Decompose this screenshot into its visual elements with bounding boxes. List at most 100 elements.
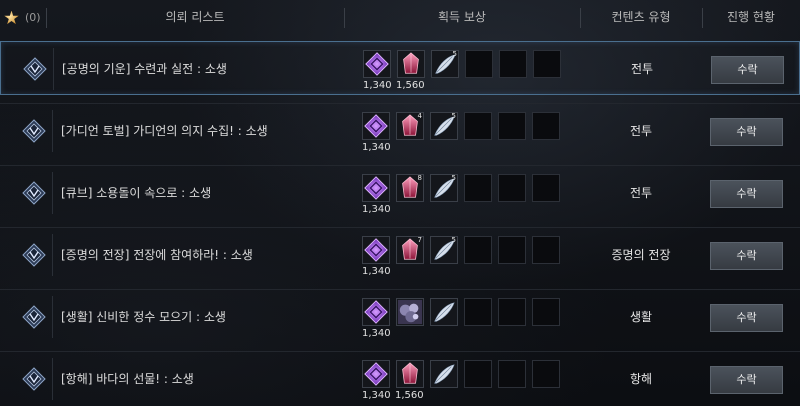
quest-row[interactable]: [공명의 기운] 수련과 실전 : 소생 1,340 1,560 5 전투 수락	[0, 41, 800, 95]
purple-gem-icon	[363, 300, 389, 329]
quest-row[interactable]: [큐브] 소용돌이 속으로 : 소생 1,340 8 5 전투 수락	[0, 165, 800, 219]
empty-reward-slot	[532, 112, 560, 140]
reward-slot[interactable]: 7	[396, 236, 424, 264]
quest-row[interactable]: [증명의 전장] 전장에 참여하라! : 소생 1,340 7 5 증명의 전장 수락	[0, 227, 800, 281]
content-type: 전투	[630, 62, 654, 76]
pink-crystal-icon	[397, 114, 423, 143]
ore-cluster-icon	[397, 299, 423, 329]
content-type: 전투	[629, 186, 653, 200]
reward-slot[interactable]: 5	[430, 112, 458, 140]
quest-emblem-icon	[22, 119, 46, 143]
content-type: 생활	[629, 310, 653, 324]
pink-crystal-icon	[397, 362, 423, 391]
table-header: (0) 의뢰 리스트 획득 보상 컨텐츠 유형 진행 현황	[0, 0, 800, 36]
quest-row[interactable]: [항해] 바다의 선물! : 소생 1,340 1,560 항해 수락	[0, 351, 800, 405]
empty-reward-slot	[464, 360, 492, 388]
empty-reward-slot	[532, 236, 560, 264]
quest-emblem-icon	[22, 367, 46, 391]
quest-emblem-icon	[23, 57, 47, 81]
empty-reward-slot	[532, 174, 560, 202]
purple-gem-icon	[363, 362, 389, 391]
accept-button[interactable]: 수락	[710, 118, 783, 146]
pink-crystal-icon	[397, 238, 423, 267]
quest-row[interactable]: [생활] 신비한 정수 모으기 : 소생 1,340 생활 수락	[0, 289, 800, 343]
column-quest-list: 의뢰 리스트	[165, 10, 225, 24]
content-type: 항해	[629, 372, 653, 386]
empty-reward-slot	[464, 236, 492, 264]
favorite-count: (0)	[25, 11, 41, 24]
purple-gem-icon	[363, 238, 389, 267]
reward-slot[interactable]	[430, 298, 458, 326]
empty-reward-slot	[498, 112, 526, 140]
purple-gem-icon	[363, 114, 389, 143]
content-type: 증명의 전장	[611, 248, 671, 262]
empty-reward-slot	[498, 298, 526, 326]
pink-crystal-icon	[398, 52, 424, 81]
empty-reward-slot	[499, 50, 527, 78]
reward-quantity: 8	[417, 174, 422, 182]
reward-amount: 1,340	[362, 328, 391, 339]
column-rewards: 획득 보상	[438, 10, 486, 24]
quest-emblem-icon	[22, 181, 46, 205]
reward-slot[interactable]: 8	[396, 174, 424, 202]
pink-crystal-icon	[397, 176, 423, 205]
column-progress: 진행 현황	[727, 10, 775, 24]
empty-reward-slot	[464, 174, 492, 202]
quest-title: [생활] 신비한 정수 모으기 : 소생	[52, 296, 342, 338]
empty-reward-slot	[464, 112, 492, 140]
reward-amount: 1,340	[362, 204, 391, 215]
quest-title: [공명의 기운] 수련과 실전 : 소생	[53, 48, 343, 90]
accept-button[interactable]: 수락	[710, 180, 783, 208]
quest-row[interactable]: [가디언 토벌] 가디언의 의지 수집! : 소생 1,340 4 5 전투 수락	[0, 103, 800, 157]
reward-slot[interactable]	[397, 50, 425, 78]
quest-title: [증명의 전장] 전장에 참여하라! : 소생	[52, 234, 342, 276]
feather-icon	[431, 178, 457, 205]
quest-title: [큐브] 소용돌이 속으로 : 소생	[52, 172, 342, 214]
feather-icon	[431, 364, 457, 391]
reward-slot[interactable]: 5	[430, 236, 458, 264]
reward-quantity: 5	[451, 112, 456, 120]
reward-quantity: 4	[417, 112, 422, 120]
reward-slot[interactable]: 4	[396, 112, 424, 140]
accept-button[interactable]: 수락	[710, 242, 783, 270]
reward-amount: 1,340	[363, 80, 392, 91]
star-icon	[4, 10, 19, 25]
reward-slot[interactable]: 5	[430, 174, 458, 202]
reward-slot[interactable]: 5	[431, 50, 459, 78]
reward-slot[interactable]	[430, 360, 458, 388]
reward-quantity: 5	[451, 236, 456, 244]
purple-gem-icon	[364, 52, 390, 81]
empty-reward-slot	[532, 360, 560, 388]
reward-slot[interactable]	[396, 298, 424, 326]
column-content-type: 컨텐츠 유형	[611, 10, 671, 24]
quest-board: (0) 의뢰 리스트 획득 보상 컨텐츠 유형 진행 현황 [공명의 기운] 수…	[0, 0, 800, 406]
quest-emblem-icon	[22, 243, 46, 267]
favorites-filter[interactable]: (0)	[4, 0, 44, 36]
reward-slot[interactable]	[396, 360, 424, 388]
reward-slot[interactable]	[362, 112, 390, 140]
reward-slot[interactable]	[362, 174, 390, 202]
reward-slot[interactable]	[363, 50, 391, 78]
feather-icon	[431, 302, 457, 329]
empty-reward-slot	[465, 50, 493, 78]
reward-slot[interactable]	[362, 360, 390, 388]
quest-emblem-icon	[22, 305, 46, 329]
reward-slot[interactable]	[362, 298, 390, 326]
accept-button[interactable]: 수락	[711, 56, 784, 84]
reward-slot[interactable]	[362, 236, 390, 264]
reward-amount: 1,340	[362, 390, 391, 401]
reward-quantity: 5	[452, 50, 457, 58]
purple-gem-icon	[363, 176, 389, 205]
reward-amount: 1,340	[362, 266, 391, 277]
reward-amount: 1,560	[396, 80, 425, 91]
reward-quantity: 5	[451, 174, 456, 182]
reward-amount: 1,560	[395, 390, 424, 401]
accept-button[interactable]: 수락	[710, 304, 783, 332]
accept-button[interactable]: 수락	[710, 366, 783, 394]
empty-reward-slot	[498, 236, 526, 264]
quest-title: [항해] 바다의 선물! : 소생	[52, 358, 342, 400]
quest-title: [가디언 토벌] 가디언의 의지 수집! : 소생	[52, 110, 342, 152]
content-type: 전투	[629, 124, 653, 138]
reward-quantity: 7	[417, 236, 422, 244]
empty-reward-slot	[533, 50, 561, 78]
